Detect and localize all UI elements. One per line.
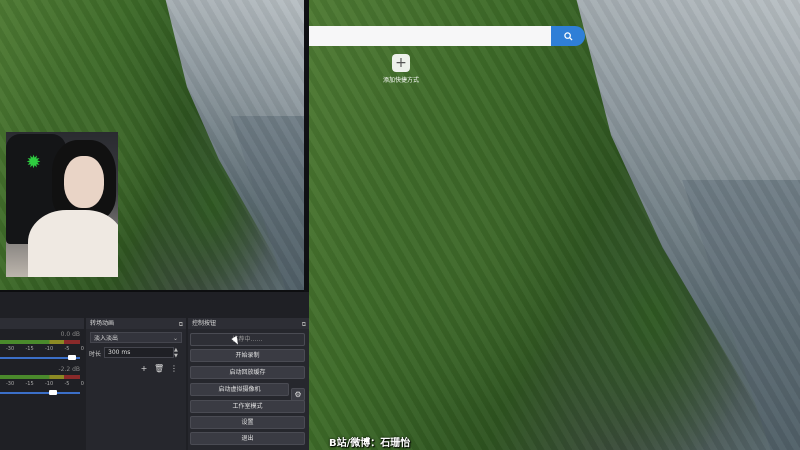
browser-new-tab: + 添加快捷方式 B站/微博：石珊怡 <box>309 0 800 450</box>
track2-volume-handle[interactable] <box>48 390 57 395</box>
add-shortcut-tile[interactable]: + 添加快捷方式 <box>381 54 421 84</box>
audio-mixer: 0.0 dB -30 -15 -10 -5 0 -2.2 dB -30 -15 … <box>0 318 84 450</box>
plus-icon: + <box>392 54 410 72</box>
track2-db: -2.2 dB <box>58 366 80 373</box>
search-button[interactable] <box>551 26 585 46</box>
controls-dock: 控制按钮 ⧉ 推荐中…… 开始录制 启动回放缓存 启动虚拟摄像机 ⚙ 工作室模式… <box>188 318 309 450</box>
track1-meter <box>0 340 80 344</box>
exit-button[interactable]: 退出 <box>190 432 305 445</box>
track1-volume-handle[interactable] <box>68 355 77 360</box>
track1-scale: -30 -15 -10 -5 0 <box>6 346 84 352</box>
add-shortcut-label: 添加快捷方式 <box>382 77 419 84</box>
settings-button[interactable]: 设置 <box>190 416 305 429</box>
delete-transition-icon[interactable]: 🗑 <box>154 364 164 374</box>
watermark-text: B站/微博：石珊怡 <box>329 438 411 449</box>
chevron-down-icon: ⌄ <box>172 335 178 342</box>
mixer-header <box>0 318 84 329</box>
track2-scale: -30 -15 -10 -5 0 <box>6 381 84 387</box>
search-icon <box>563 31 573 41</box>
duration-decrease-icon[interactable]: ▼ <box>174 353 178 359</box>
undock-icon[interactable]: ⧉ <box>179 319 183 330</box>
undock-icon[interactable]: ⧉ <box>302 319 306 330</box>
streamer-body <box>28 210 118 277</box>
studio-mode-button[interactable]: 工作室模式 <box>190 400 305 413</box>
transitions-title: 转场动画 ⧉ <box>86 318 186 329</box>
track2-volume-slider[interactable] <box>0 392 80 394</box>
start-recording-button[interactable]: 开始录制 <box>190 349 305 362</box>
start-virtual-camera-button[interactable]: 启动虚拟摄像机 <box>190 383 289 396</box>
scene-preview[interactable]: ✹ <box>0 0 306 292</box>
more-options-icon[interactable]: ⋮ <box>169 364 179 374</box>
track1-db: 0.0 dB <box>60 331 80 338</box>
streamer-face <box>64 156 104 208</box>
add-transition-icon[interactable]: + <box>139 364 149 374</box>
controls-title: 控制按钮 ⧉ <box>188 318 309 329</box>
start-replay-buffer-button[interactable]: 启动回放缓存 <box>190 366 305 379</box>
transition-select[interactable]: 淡入淡出 ⌄ <box>90 332 182 343</box>
track2-meter <box>0 375 80 379</box>
webcam-feed: ✹ <box>6 132 118 277</box>
duration-label: 时长 <box>89 351 102 358</box>
transitions-dock: 转场动画 ⧉ 淡入淡出 ⌄ 时长 300 ms ▲ ▼ + 🗑 ⋮ <box>86 318 186 450</box>
duration-input[interactable]: 300 ms <box>104 347 174 358</box>
razer-logo-icon: ✹ <box>26 152 42 173</box>
search-input[interactable] <box>309 26 551 46</box>
streaming-status-button[interactable]: 推荐中…… <box>190 333 305 346</box>
